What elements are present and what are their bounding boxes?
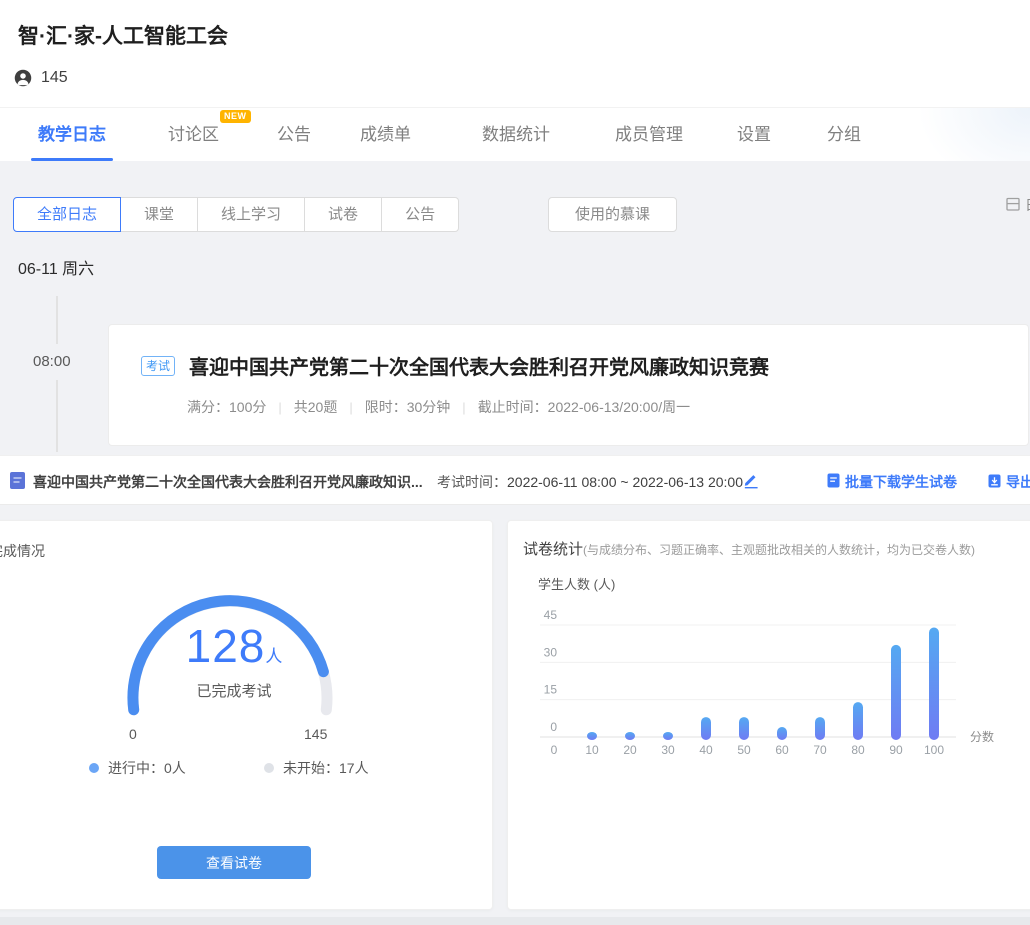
score-distribution-chart: 0 15 30 45 0 10 20 30 40 50 60 70 80 90 100 分数 [518, 584, 1013, 769]
member-count-row: 145 [14, 69, 68, 87]
calendar-icon [1005, 196, 1021, 215]
exam-event-meta: 满分：100分|共20题|限时：30分钟|截止时间：2022-06-13/20:… [187, 397, 690, 417]
batch-download-link[interactable]: 批量下载学生试卷 [827, 472, 957, 492]
export-icon [988, 474, 1001, 491]
event-time-label: 08:00 [33, 353, 71, 370]
svg-text:45: 45 [544, 608, 558, 622]
filter-classroom[interactable]: 课堂 [121, 197, 198, 232]
corner-decoration [870, 108, 1030, 161]
svg-text:40: 40 [699, 743, 713, 757]
gauge-min-label: 0 [129, 726, 137, 742]
bottom-scrollbar-track [0, 917, 1030, 925]
tab-announcement[interactable]: 公告 [277, 108, 311, 161]
log-filter-group: 全部日志 课堂 线上学习 试卷 公告 [14, 197, 459, 232]
svg-text:80: 80 [851, 743, 865, 757]
svg-text:15: 15 [544, 683, 558, 697]
date-label: 06-11 周六 [18, 255, 94, 279]
stats-panel-subtitle: (与成绩分布、习题正确率、主观题批改相关的人数统计，均为已交卷人数) [583, 543, 975, 557]
exam-bar-title: 喜迎中国共产党第二十次全国代表大会胜利召开党风廉政知识... [33, 472, 423, 492]
timeline-line [56, 296, 58, 344]
export-link[interactable]: 导出 [988, 472, 1030, 492]
completed-label: 已完成考试 [134, 680, 334, 701]
page-title: 智·汇·家-人工智能工会 [18, 20, 228, 50]
gauge-center-text: 128人 已完成考试 [134, 619, 334, 701]
members-icon [14, 69, 32, 87]
svg-text:分数: 分数 [970, 729, 994, 744]
svg-text:90: 90 [889, 743, 903, 757]
tab-statistics[interactable]: 数据统计 [482, 108, 550, 161]
tab-groups[interactable]: 分组 [827, 108, 861, 161]
edit-time-icon[interactable] [742, 471, 759, 494]
svg-text:0: 0 [551, 743, 558, 757]
calendar-button[interactable]: 日历 [1005, 195, 1030, 215]
completed-count: 128 [186, 620, 266, 672]
svg-text:60: 60 [775, 743, 789, 757]
tab-members[interactable]: 成员管理 [615, 108, 683, 161]
new-badge: NEW [220, 110, 251, 123]
timeline-line [56, 380, 58, 452]
member-count: 145 [41, 69, 68, 87]
legend-not-started: 未开始：17人 [264, 758, 369, 778]
filter-exam[interactable]: 试卷 [305, 197, 382, 232]
download-doc-icon [827, 473, 840, 491]
svg-text:0: 0 [550, 720, 557, 734]
paper-stats-panel: 试卷统计(与成绩分布、习题正确率、主观题批改相关的人数统计，均为已交卷人数) 学… [507, 520, 1030, 910]
exam-info-bar: 喜迎中国共产党第二十次全国代表大会胜利召开党风廉政知识... 考试时间：2022… [0, 455, 1030, 505]
svg-text:30: 30 [544, 645, 558, 659]
gauge-max-label: 145 [304, 726, 327, 742]
svg-text:50: 50 [737, 743, 751, 757]
exam-event-card[interactable]: 考试 喜迎中国共产党第二十次全国代表大会胜利召开党风廉政知识竞赛 满分：100分… [108, 324, 1029, 446]
svg-text:20: 20 [623, 743, 637, 757]
tab-settings[interactable]: 设置 [737, 108, 771, 161]
tab-teaching-log[interactable]: 教学日志 [38, 108, 106, 161]
legend-in-progress: 进行中：0人 [89, 758, 186, 778]
completion-panel-title: 完成情况 [0, 541, 45, 561]
page: 智·汇·家-人工智能工会 145 教学日志 讨论区NEW 公告 成绩单 数据统计… [0, 0, 1030, 925]
completed-unit: 人 [265, 647, 282, 666]
completion-panel: 完成情况 128人 已完成考试 0 145 进行中：0人 未开始：17人 查看试… [0, 520, 493, 910]
view-papers-button[interactable]: 查看试卷 [157, 846, 311, 879]
filter-all-logs[interactable]: 全部日志 [13, 197, 121, 232]
exam-time: 考试时间：2022-06-11 08:00 ~ 2022-06-13 20:00 [437, 472, 743, 492]
filter-announcement[interactable]: 公告 [382, 197, 459, 232]
svg-text:30: 30 [661, 743, 675, 757]
stats-panel-title: 试卷统计(与成绩分布、习题正确率、主观题批改相关的人数统计，均为已交卷人数) [523, 538, 975, 559]
svg-text:70: 70 [813, 743, 827, 757]
not-started-dot [264, 763, 274, 773]
tab-grades[interactable]: 成绩单 [360, 108, 411, 161]
exam-type-badge: 考试 [141, 356, 175, 376]
svg-text:10: 10 [585, 743, 599, 757]
used-mooc-button[interactable]: 使用的慕课 [548, 197, 677, 232]
tab-discussion[interactable]: 讨论区NEW [168, 108, 219, 161]
exam-doc-icon [9, 471, 26, 495]
tab-bar: 教学日志 讨论区NEW 公告 成绩单 数据统计 成员管理 设置 分组 [0, 107, 1030, 161]
filter-online-learning[interactable]: 线上学习 [198, 197, 305, 232]
svg-text:100: 100 [924, 743, 944, 757]
exam-event-title: 喜迎中国共产党第二十次全国代表大会胜利召开党风廉政知识竞赛 [189, 351, 769, 380]
in-progress-dot [89, 763, 99, 773]
